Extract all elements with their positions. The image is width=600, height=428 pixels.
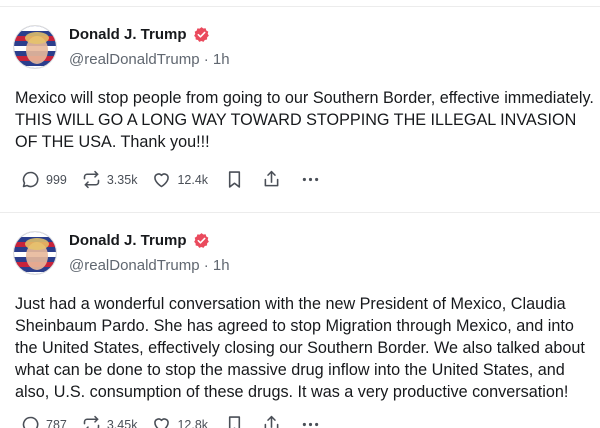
more-icon [302, 177, 319, 182]
bookmark-button[interactable] [224, 169, 245, 190]
avatar[interactable] [13, 25, 57, 69]
bookmark-icon [228, 416, 241, 428]
share-icon [264, 415, 279, 428]
reply-count: 999 [46, 172, 67, 187]
like-count: 12.4k [177, 172, 209, 187]
repost-icon [83, 415, 100, 428]
more-icon [302, 422, 319, 427]
post[interactable]: Donald J. Trump @realDonaldTrump · 1h Ju… [0, 212, 600, 428]
like-count: 12.8k [177, 417, 209, 428]
reply-icon [22, 416, 39, 428]
share-button[interactable] [261, 414, 282, 428]
author-name[interactable]: Donald J. Trump [69, 232, 187, 249]
author-meta: @realDonaldTrump · 1h [69, 257, 230, 274]
like-button[interactable]: 12.4k [151, 169, 208, 190]
author-handle[interactable]: @realDonaldTrump [69, 257, 200, 274]
repost-button[interactable]: 3.35k [81, 169, 138, 190]
avatar[interactable] [13, 231, 57, 275]
share-button[interactable] [261, 169, 282, 190]
meta-separator: · [203, 257, 209, 274]
repost-icon [83, 170, 100, 189]
meta-separator: · [203, 51, 209, 68]
author-meta: @realDonaldTrump · 1h [69, 51, 230, 68]
share-icon [264, 170, 279, 187]
heart-icon [154, 418, 170, 428]
repost-count: 3.45k [106, 417, 138, 428]
post-actions: 787 3.45k 12.8k [20, 414, 335, 428]
bookmark-icon [228, 171, 241, 188]
bookmark-button[interactable] [224, 414, 245, 428]
post-time[interactable]: 1h [213, 51, 230, 68]
post-actions: 999 3.35k 12.4k [20, 169, 335, 190]
verified-badge-icon [193, 233, 209, 248]
reply-button[interactable]: 999 [20, 169, 67, 190]
post[interactable]: Donald J. Trump @realDonaldTrump · 1h Me… [0, 6, 600, 189]
more-button[interactable] [300, 169, 321, 190]
post-text: Just had a wonderful conversation with t… [15, 295, 585, 401]
post-time[interactable]: 1h [213, 257, 230, 274]
like-button[interactable]: 12.8k [151, 414, 208, 428]
heart-icon [154, 173, 170, 188]
reply-button[interactable]: 787 [20, 414, 67, 428]
reply-count: 787 [46, 417, 67, 428]
author-name[interactable]: Donald J. Trump [69, 26, 187, 43]
reply-icon [22, 171, 39, 188]
repost-button[interactable]: 3.45k [81, 414, 138, 428]
post-text: Mexico will stop people from going to ou… [15, 89, 594, 151]
more-button[interactable] [300, 414, 321, 428]
author-handle[interactable]: @realDonaldTrump [69, 51, 200, 68]
repost-count: 3.35k [106, 172, 138, 187]
verified-badge-icon [193, 27, 209, 42]
